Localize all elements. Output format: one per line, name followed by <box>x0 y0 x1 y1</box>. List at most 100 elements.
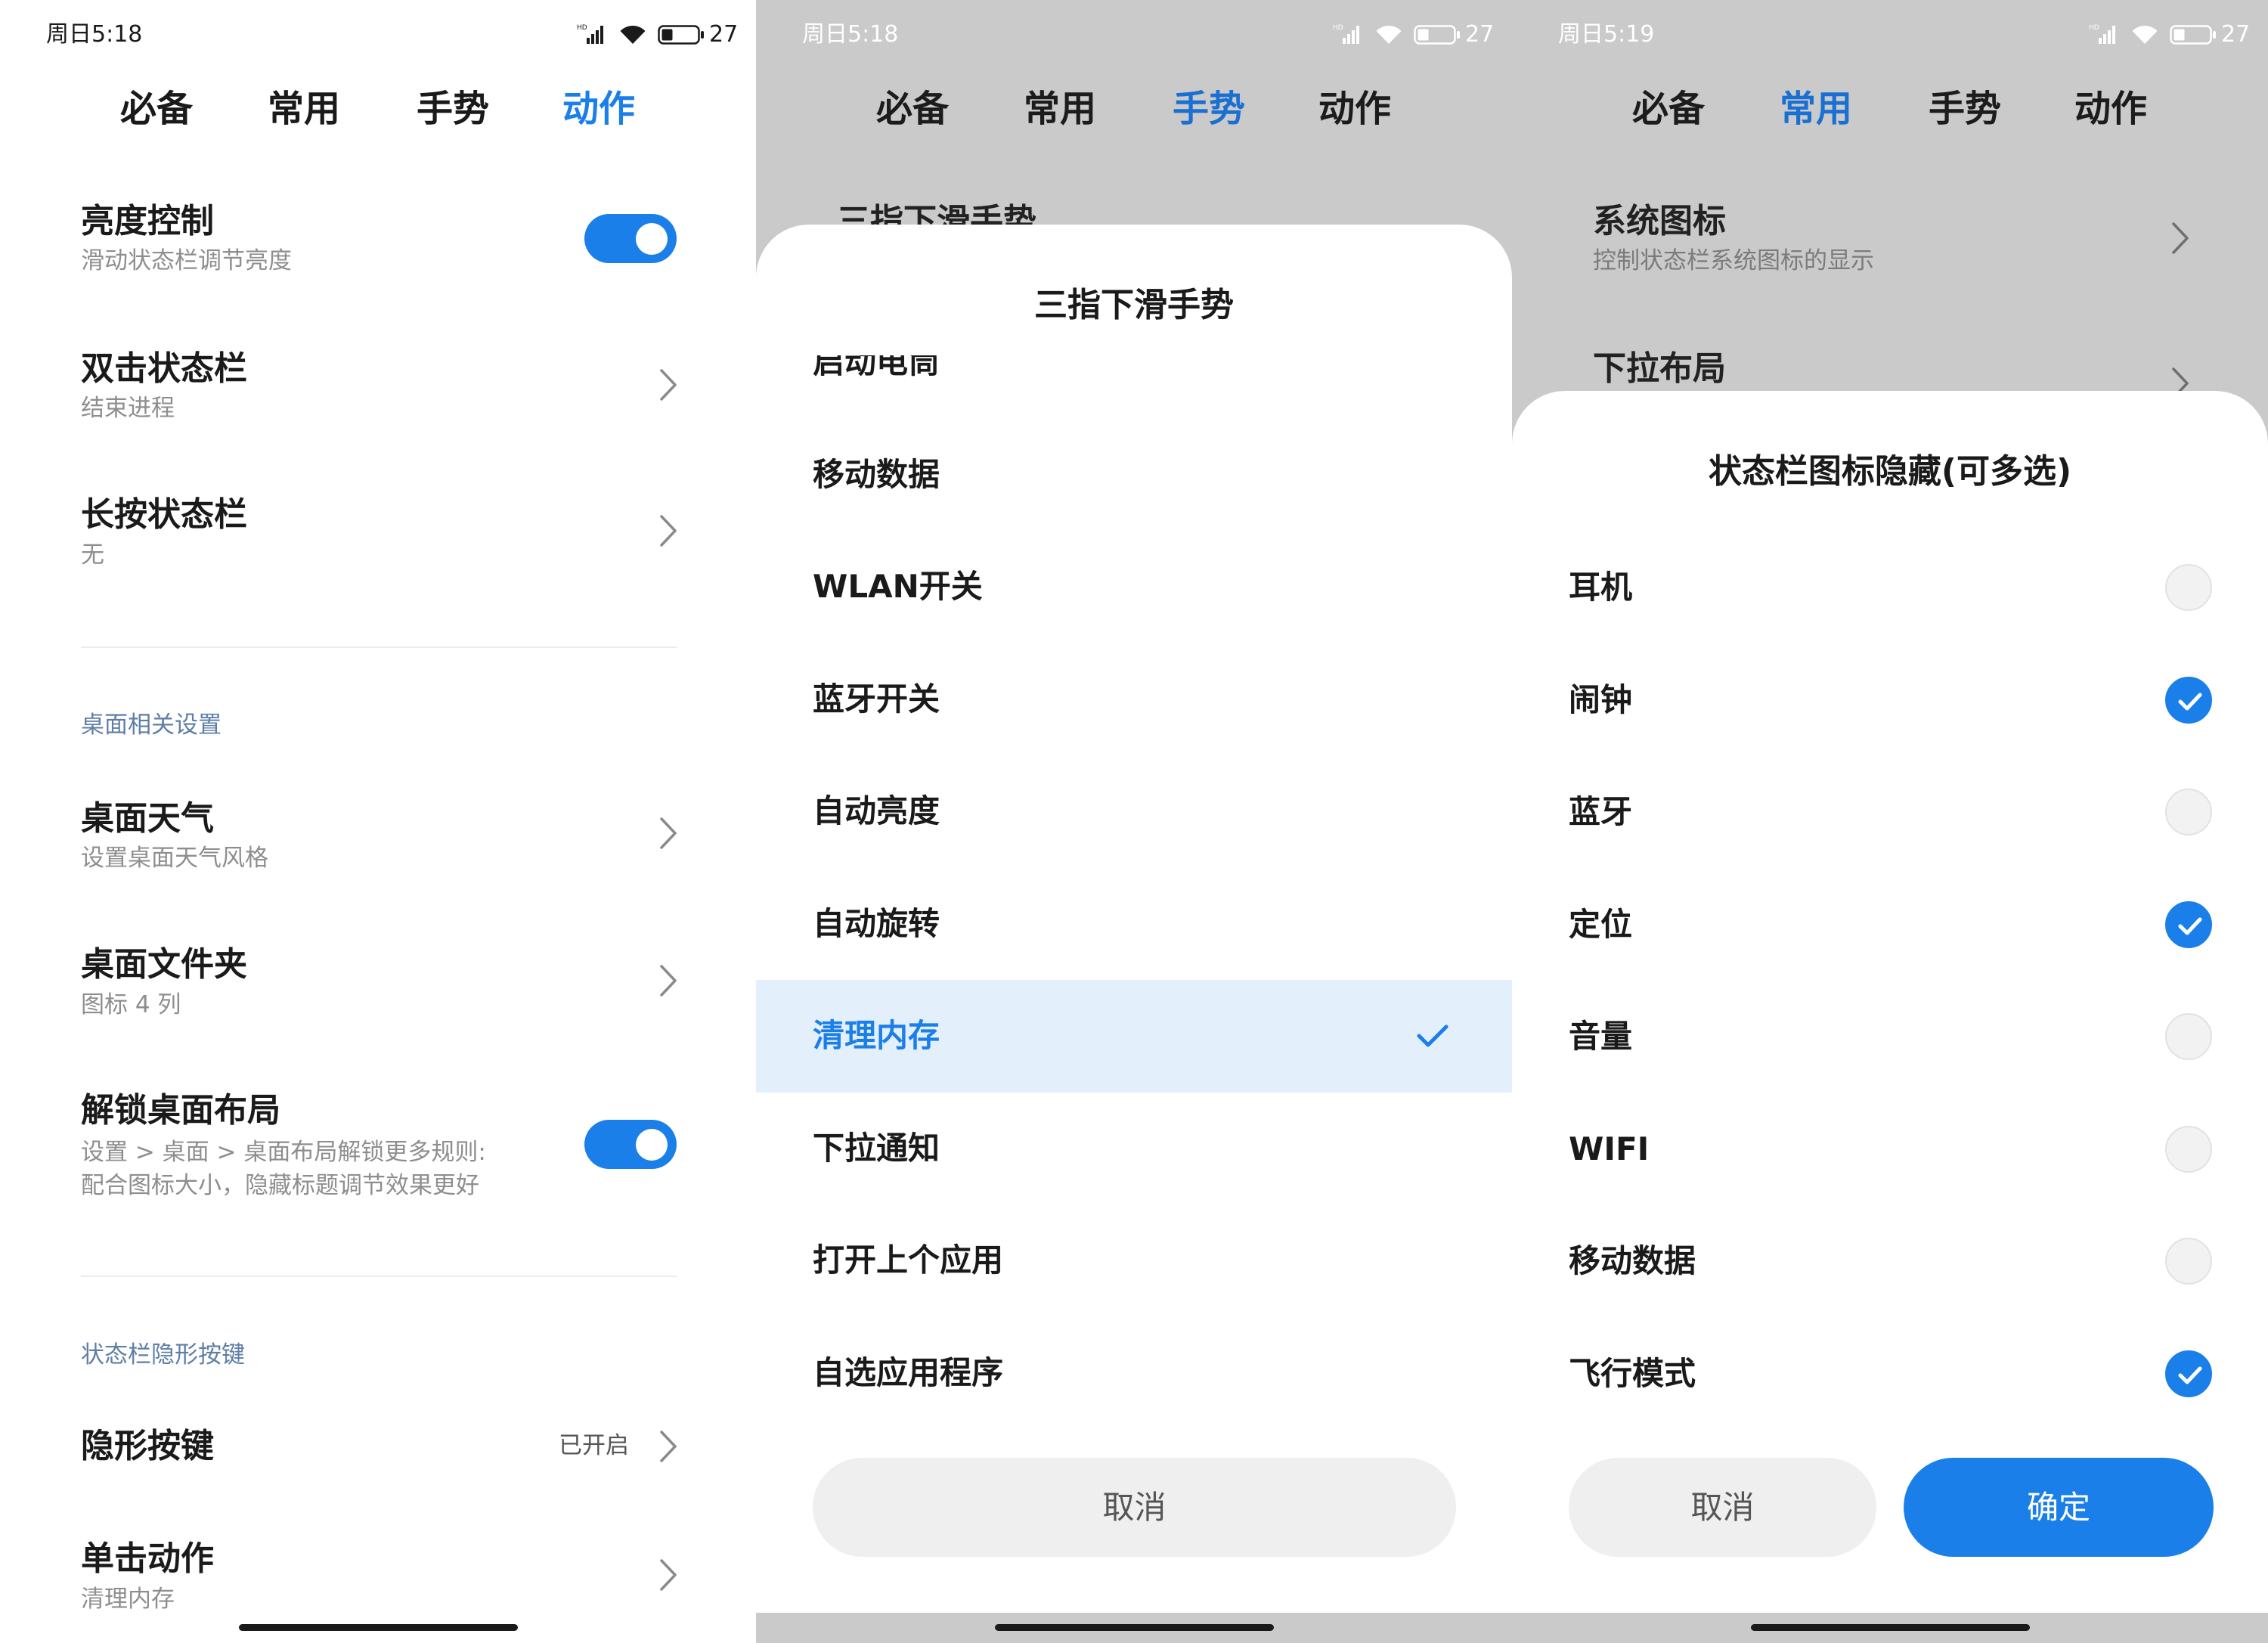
battery-level: 27 <box>2221 21 2251 48</box>
gesture-option-bluetooth-toggle[interactable]: 蓝牙开关 <box>756 643 1512 756</box>
option-label: 下拉通知 <box>813 1129 940 1167</box>
cancel-button[interactable]: 取消 <box>813 1458 1456 1557</box>
home-indicator[interactable] <box>995 1624 1274 1631</box>
icon-option-location[interactable]: 定位 <box>1512 869 2268 981</box>
home-indicator[interactable] <box>1751 1624 2030 1631</box>
battery-level: 27 <box>1465 21 1495 48</box>
option-label: 清理内存 <box>813 1017 940 1054</box>
row-title: 隐形按键 <box>81 1427 214 1465</box>
setting-row-brightness-control[interactable]: 亮度控制 滑动状态栏调节亮度 <box>0 150 756 297</box>
checkbox[interactable] <box>2165 564 2212 611</box>
checkbox[interactable] <box>2165 1350 2212 1397</box>
gesture-option-mobile-data[interactable]: 移动数据 <box>756 419 1512 532</box>
confirm-button[interactable]: 确定 <box>1904 1458 2214 1557</box>
unlock-desktop-layout-toggle[interactable] <box>584 1120 677 1169</box>
tab-essentials[interactable]: 必备 <box>852 88 973 132</box>
gesture-option-auto-rotate[interactable]: 自动旋转 <box>756 868 1512 981</box>
screen-common: 周日5:19 HD 27 必备 常用 手势 动作 系统图标 控制状态栏系统图标的… <box>1512 0 2268 1643</box>
chevron-right-icon <box>660 965 677 997</box>
setting-row-hidden-key[interactable]: 隐形按键 已开启 <box>0 1375 756 1488</box>
checkbox[interactable] <box>2165 1013 2212 1060</box>
gesture-option-open-last-app[interactable]: 打开上个应用 <box>756 1204 1512 1317</box>
row-value: 已开启 <box>559 1432 629 1459</box>
cancel-button[interactable]: 取消 <box>1569 1458 1876 1557</box>
row-title: 亮度控制 <box>81 202 214 240</box>
icon-option-wifi[interactable]: WIFI <box>1512 1093 2268 1206</box>
check-icon <box>1417 1025 1448 1047</box>
tab-actions[interactable]: 动作 <box>2050 88 2171 132</box>
icon-option-bluetooth[interactable]: 蓝牙 <box>1512 756 2268 869</box>
option-label: 打开上个应用 <box>813 1242 1004 1279</box>
tab-essentials[interactable]: 必备 <box>1608 88 1729 132</box>
check-icon <box>2178 693 2202 710</box>
tab-gestures[interactable]: 手势 <box>1904 88 2025 132</box>
battery-level: 27 <box>709 21 739 48</box>
option-label: 耳机 <box>1569 569 1633 606</box>
chevron-right-icon <box>660 817 677 849</box>
checkbox[interactable] <box>2165 1238 2212 1285</box>
row-subtitle: 结束进程 <box>81 395 175 422</box>
wifi-icon <box>620 26 646 44</box>
row-title: 双击状态栏 <box>81 349 247 388</box>
checkbox[interactable] <box>2165 676 2212 724</box>
row-subtitle: 图标 4 列 <box>81 991 181 1018</box>
chevron-right-icon <box>660 515 677 547</box>
gesture-option-clear-memory[interactable]: 清理内存 <box>756 980 1512 1093</box>
tab-common[interactable]: 常用 <box>1755 88 1876 132</box>
icon-option-mobile-data[interactable]: 移动数据 <box>1512 1205 2268 1318</box>
setting-row-unlock-desktop-layout[interactable]: 解锁桌面布局 设置 > 桌面 > 桌面布局解锁更多规则: 配合图标大小，隐藏标题… <box>0 1039 756 1228</box>
row-subtitle: 滑动状态栏调节亮度 <box>81 247 292 274</box>
check-icon <box>2178 917 2202 935</box>
gesture-option-flashlight[interactable]: 启动电筒 <box>756 355 1512 419</box>
option-label: 移动数据 <box>813 455 940 493</box>
brightness-control-toggle[interactable] <box>584 214 677 263</box>
setting-row-desktop-folder[interactable]: 桌面文件夹 图标 4 列 <box>0 893 756 1040</box>
icon-option-airplane-mode[interactable]: 飞行模式 <box>1512 1318 2268 1431</box>
wifi-icon <box>1376 26 1402 44</box>
signal-icon: HD <box>2089 24 2115 44</box>
tab-essentials[interactable]: 必备 <box>96 88 217 132</box>
icon-option-headphones[interactable]: 耳机 <box>1512 532 2268 644</box>
network-badge: HD <box>577 24 587 32</box>
option-label: 蓝牙开关 <box>813 680 940 718</box>
status-time: 周日5:18 <box>802 21 899 48</box>
home-indicator[interactable] <box>239 1624 518 1631</box>
setting-row-long-press-status-bar[interactable]: 长按状态栏 无 <box>0 443 756 591</box>
option-label: 音量 <box>1569 1018 1633 1055</box>
gesture-option-auto-brightness[interactable]: 自动亮度 <box>756 755 1512 868</box>
tab-gestures[interactable]: 手势 <box>1148 88 1269 132</box>
network-badge: HD <box>2089 24 2099 32</box>
icon-option-volume[interactable]: 音量 <box>1512 981 2268 1093</box>
gesture-option-list[interactable]: 启动电筒 移动数据 WLAN开关 蓝牙开关 自动亮度 自动旋转 清理内存 下拉通… <box>756 355 1512 1433</box>
tab-actions[interactable]: 动作 <box>1294 88 1415 132</box>
row-title: 单击动作 <box>81 1539 214 1578</box>
option-label: WLAN开关 <box>813 568 983 605</box>
battery-icon <box>2170 25 2216 45</box>
divider <box>81 1276 677 1277</box>
icon-option-list: 耳机 闹钟 蓝牙 定位 音量 WIFI 移动数据 飞行模式 <box>1512 532 2268 1430</box>
tab-gestures[interactable]: 手势 <box>392 88 513 132</box>
gesture-option-custom-app[interactable]: 自选应用程序 <box>756 1317 1512 1430</box>
setting-row-double-tap-status-bar[interactable]: 双击状态栏 结束进程 <box>0 297 756 445</box>
option-label: 启动电筒 <box>813 355 940 380</box>
option-label: 定位 <box>1569 905 1633 943</box>
icon-option-alarm[interactable]: 闹钟 <box>1512 644 2268 757</box>
tab-actions[interactable]: 动作 <box>538 88 659 132</box>
tab-common[interactable]: 常用 <box>243 88 364 132</box>
checkbox[interactable] <box>2165 1125 2212 1173</box>
checkbox[interactable] <box>2165 789 2212 835</box>
setting-row-single-tap-action[interactable]: 单击动作 清理内存 <box>0 1487 756 1635</box>
option-label: 自选应用程序 <box>813 1353 1004 1391</box>
checkbox[interactable] <box>2165 901 2212 948</box>
sheet-title: 三指下滑手势 <box>1034 286 1234 324</box>
divider <box>81 646 677 648</box>
tab-common[interactable]: 常用 <box>999 88 1120 132</box>
check-icon <box>2178 1366 2202 1384</box>
setting-row-desktop-weather[interactable]: 桌面天气 设置桌面天气风格 <box>0 747 756 894</box>
gesture-option-wlan-toggle[interactable]: WLAN开关 <box>756 531 1512 643</box>
row-title: 下拉布局 <box>1593 349 1726 388</box>
signal-icon: HD <box>1333 24 1359 44</box>
gesture-option-pull-down-notifications[interactable]: 下拉通知 <box>756 1093 1512 1205</box>
row-subtitle-line-1: 设置 > 桌面 > 桌面布局解锁更多规则: <box>81 1139 486 1166</box>
status-time: 周日5:18 <box>46 21 143 48</box>
